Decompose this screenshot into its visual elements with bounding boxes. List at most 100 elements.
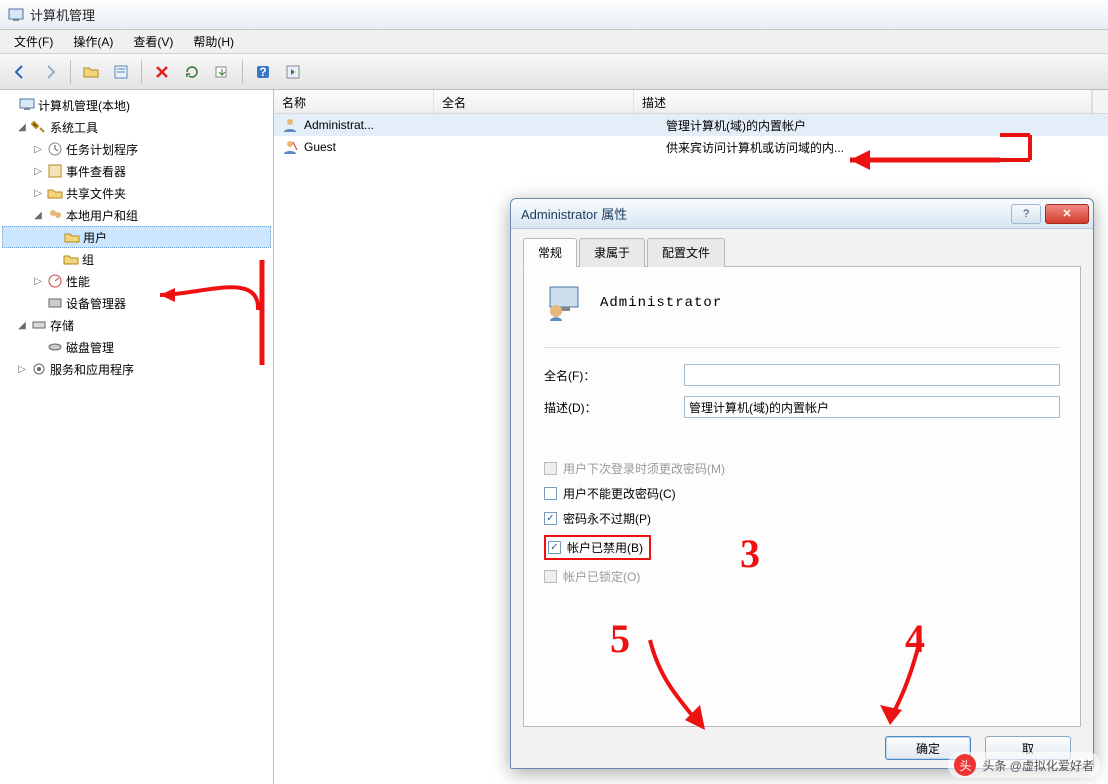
checkbox-must-change-password: 用户下次登录时须更改密码(M) [544,460,1060,477]
checkbox-icon [544,570,557,583]
fullname-input[interactable] [684,364,1060,386]
disk-icon [47,339,63,355]
properties-button[interactable] [107,58,135,86]
expander-expand-icon[interactable]: ▷ [32,166,44,177]
toolbar-separator [242,60,243,84]
column-fullname[interactable]: 全名 [434,90,634,113]
toolbar-separator [70,60,71,84]
dialog-title: Administrator 属性 [521,204,1005,223]
tree-local-users-groups[interactable]: ◢ 本地用户和组 [2,204,271,226]
users-groups-icon [47,207,63,223]
column-description[interactable]: 描述 [634,90,1092,113]
list-body: Administrat... 管理计算机(域)的内置帐户 Guest 供来宾访问… [274,114,1108,158]
description-input[interactable] [684,396,1060,418]
checkbox-cannot-change-password[interactable]: 用户不能更改密码(C) [544,485,1060,502]
column-name[interactable]: 名称 [274,90,434,113]
fullname-label: 全名(F)： [544,367,684,384]
tree-label: 设备管理器 [66,295,126,312]
list-row-guest[interactable]: Guest 供来宾访问计算机或访问域的内... [274,136,1108,158]
expander-collapse-icon[interactable]: ◢ [16,320,28,331]
tree-label: 本地用户和组 [66,207,138,224]
tabstrip: 常规 隶属于 配置文件 [523,237,1081,267]
checkbox-label: 帐户已锁定(O) [563,568,640,585]
tree-label: 共享文件夹 [66,185,126,202]
shared-folder-icon [47,185,63,201]
menubar: 文件(F) 操作(A) 查看(V) 帮助(H) [0,30,1108,54]
show-hide-button[interactable] [279,58,307,86]
list-header: 名称 全名 描述 [274,90,1108,114]
tree-performance[interactable]: ▷ 性能 [2,270,271,292]
clock-icon [47,141,63,157]
tree-groups[interactable]: 组 [2,248,271,270]
toolbar: ? [0,54,1108,90]
expander-collapse-icon[interactable]: ◢ [32,210,44,221]
tools-icon [31,119,47,135]
tree-label: 存储 [50,317,74,334]
user-icon [282,139,298,155]
tree-task-scheduler[interactable]: ▷ 任务计划程序 [2,138,271,160]
checkbox-account-disabled[interactable]: 帐户已禁用(B) [544,535,1060,560]
tree-panel: 计算机管理(本地) ◢ 系统工具 ▷ 任务计划程序 ▷ 事件查看器 ▷ 共享文件… [0,90,274,784]
tree-services-apps[interactable]: ▷ 服务和应用程序 [2,358,271,380]
tab-member-of[interactable]: 隶属于 [579,238,645,267]
checkbox-icon [544,512,557,525]
annotation-highlight-box: 帐户已禁用(B) [544,535,651,560]
tree-device-manager[interactable]: 设备管理器 [2,292,271,314]
tree-label: 服务和应用程序 [50,361,134,378]
menu-view[interactable]: 查看(V) [125,31,181,52]
folder-button[interactable] [77,58,105,86]
svg-text:?: ? [259,65,266,79]
tab-general[interactable]: 常规 [523,238,577,267]
tab-profile[interactable]: 配置文件 [647,238,725,267]
back-button[interactable] [6,58,34,86]
dialog-titlebar[interactable]: Administrator 属性 ? ✕ [511,199,1093,229]
properties-dialog: Administrator 属性 ? ✕ 常规 隶属于 配置文件 Adminis… [510,198,1094,769]
watermark-icon: 头 [954,754,976,776]
tree-system-tools[interactable]: ◢ 系统工具 [2,116,271,138]
window-titlebar: 计算机管理 [0,0,1108,30]
watermark: 头 头条 @虚拟化爱好者 [948,752,1100,778]
right-panel-gutter [1092,90,1108,113]
cell-description: 管理计算机(域)的内置帐户 [662,117,1108,134]
user-large-icon [544,283,584,323]
help-button[interactable]: ? [1011,204,1041,224]
tree-label: 系统工具 [50,119,98,136]
forward-button[interactable] [36,58,64,86]
services-icon [31,361,47,377]
expander-expand-icon[interactable]: ▷ [32,276,44,287]
device-icon [47,295,63,311]
tree-label: 组 [82,251,94,268]
checkbox-label: 帐户已禁用(B) [567,539,643,556]
tree-label: 任务计划程序 [66,141,138,158]
tree-label: 性能 [66,273,90,290]
menu-file[interactable]: 文件(F) [6,31,61,52]
expander-expand-icon[interactable]: ▷ [32,188,44,199]
expander-collapse-icon[interactable]: ◢ [16,122,28,133]
folder-icon [63,251,79,267]
tree-disk-management[interactable]: 磁盘管理 [2,336,271,358]
close-button[interactable]: ✕ [1045,204,1089,224]
expander-expand-icon[interactable]: ▷ [32,144,44,155]
tree-label: 磁盘管理 [66,339,114,356]
list-row-administrator[interactable]: Administrat... 管理计算机(域)的内置帐户 [274,114,1108,136]
help-button[interactable]: ? [249,58,277,86]
menu-help[interactable]: 帮助(H) [185,31,242,52]
tree-shared-folders[interactable]: ▷ 共享文件夹 [2,182,271,204]
refresh-button[interactable] [178,58,206,86]
computer-icon [19,97,35,113]
dialog-tabs: 常规 隶属于 配置文件 Administrator 全名(F)： 描述(D)： [511,229,1093,727]
export-button[interactable] [208,58,236,86]
checkbox-icon [544,487,557,500]
folder-icon [64,229,80,245]
checkbox-password-never-expires[interactable]: 密码永不过期(P) [544,510,1060,527]
tree-event-viewer[interactable]: ▷ 事件查看器 [2,160,271,182]
expander-expand-icon[interactable]: ▷ [16,364,28,375]
delete-button[interactable] [148,58,176,86]
tab-body: Administrator 全名(F)： 描述(D)： 用户下次登录时须更改密码… [523,267,1081,727]
description-label: 描述(D)： [544,399,684,416]
tree-root[interactable]: 计算机管理(本地) [2,94,271,116]
cell-description: 供来宾访问计算机或访问域的内... [662,139,1108,156]
menu-action[interactable]: 操作(A) [65,31,121,52]
tree-storage[interactable]: ◢ 存储 [2,314,271,336]
tree-users[interactable]: 用户 [2,226,271,248]
